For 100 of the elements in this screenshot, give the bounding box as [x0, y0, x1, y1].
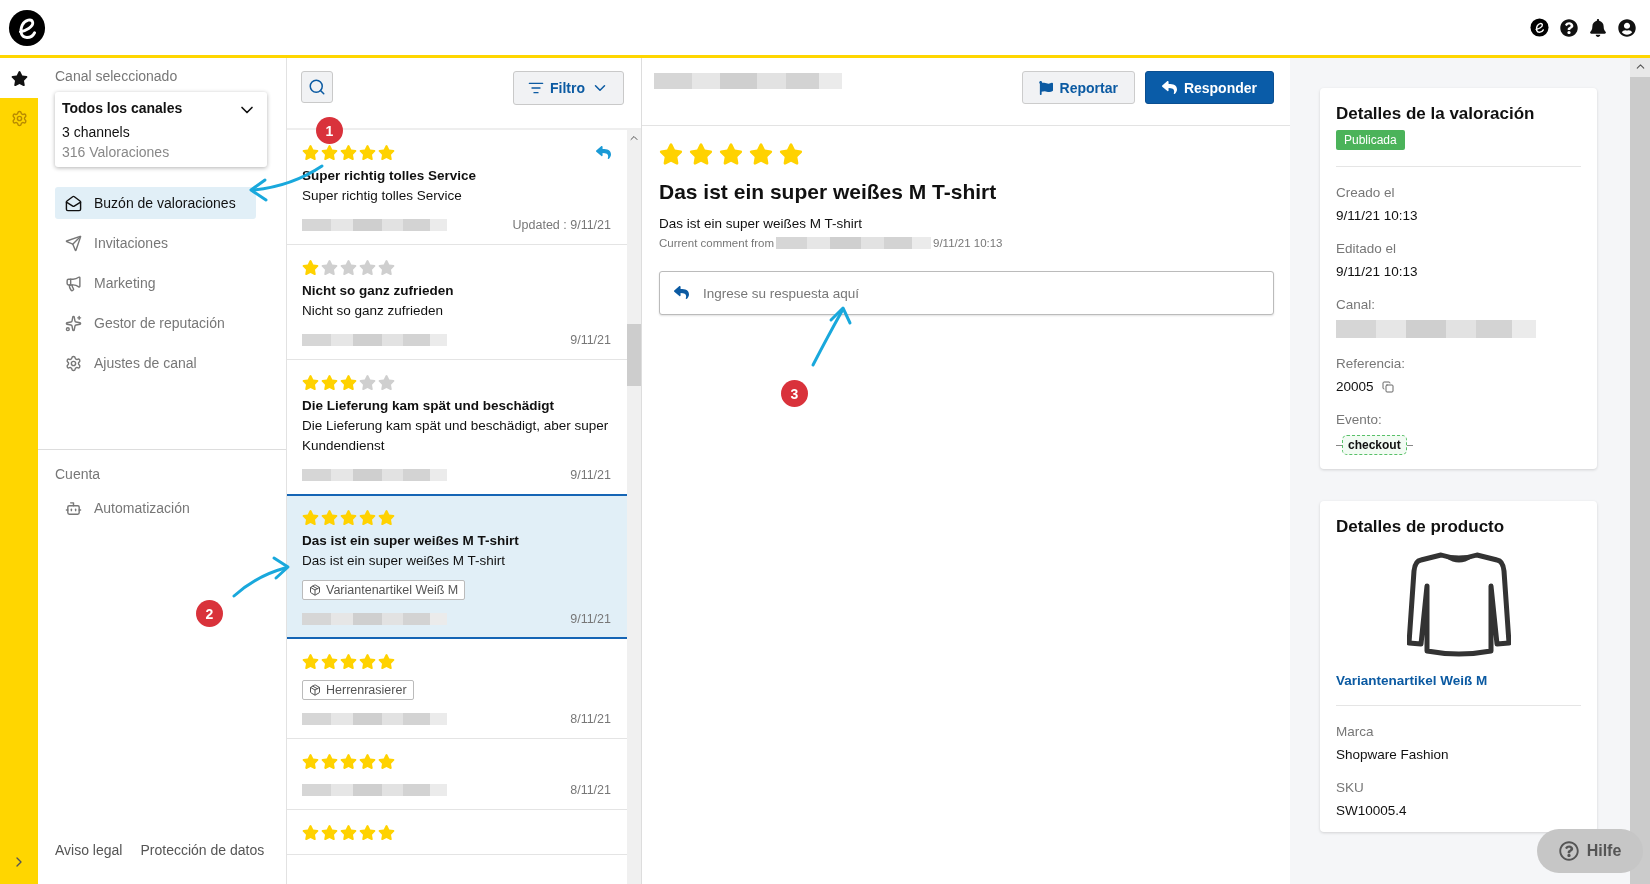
product-tag: Variantenartikel Weiß M: [302, 580, 466, 600]
event-tag: checkout: [1342, 435, 1407, 455]
comment-meta: Current comment from: [659, 237, 775, 249]
star-icon: [378, 652, 395, 670]
star-icon: [378, 752, 395, 770]
star-icon: [10, 69, 28, 87]
star-icon: [321, 143, 338, 161]
settings-icon: [65, 354, 82, 372]
review-title: Das ist ein super weißes M T-shirt: [659, 180, 998, 204]
flag-icon: [1038, 80, 1053, 95]
review-date: 8/11/21: [570, 712, 611, 726]
star-icon: [321, 373, 338, 391]
review-title: Das ist ein super weißes M T-shirt: [302, 533, 520, 548]
help-icon[interactable]: [1560, 18, 1578, 37]
report-button[interactable]: Reportar: [1021, 71, 1135, 104]
star-icon: [302, 652, 319, 670]
filter-icon: [528, 80, 544, 96]
review-date: Updated : 9/11/21: [512, 218, 611, 232]
search-button[interactable]: [301, 71, 333, 103]
annotation-badge: 3: [781, 380, 808, 407]
envelope-icon: [65, 194, 82, 212]
field-label: Creado el: [1336, 185, 1396, 200]
sparkles-icon: [65, 314, 82, 332]
nav-item[interactable]: Gestor de reputación: [55, 307, 256, 339]
robot-icon: [65, 499, 82, 517]
review-date: 9/11/21: [570, 468, 611, 482]
bell-icon[interactable]: [1589, 18, 1607, 37]
annotation-arrow: [811, 306, 852, 367]
star-icon: [321, 652, 338, 670]
product-tag: Herrenrasierer: [302, 680, 414, 700]
star-icon: [321, 258, 338, 276]
field-value: 9/11/21 10:13: [1336, 208, 1419, 223]
review-text: Das ist ein super weißes M T-shirt: [302, 552, 507, 570]
review-title: Nicht so ganz zufrieden: [302, 283, 455, 298]
search-icon: [308, 78, 326, 96]
nav-item[interactable]: Invitaciones: [55, 227, 256, 259]
review-text: Super richtig tolles Service: [302, 187, 463, 205]
nav-item[interactable]: Buzón de valoraciones: [55, 187, 256, 219]
shirt-icon: [1406, 551, 1511, 659]
star-icon: [659, 142, 683, 166]
star-icon: [302, 752, 319, 770]
star-icon: [340, 508, 357, 526]
channel-select[interactable]: Todos los canales 3 channels 316 Valoraciones: [55, 92, 267, 167]
star-icon: [378, 143, 395, 161]
product-link[interactable]: Variantenartikel Weiß M: [1336, 673, 1488, 688]
annotation-arrow: [232, 556, 290, 598]
nav-item[interactable]: Ajustes de canal: [55, 347, 256, 379]
logo-icon[interactable]: [1530, 18, 1549, 37]
reply-field[interactable]: Ingrese su respuesta aquí: [659, 271, 1274, 315]
review-date: 8/11/21: [570, 783, 611, 797]
reply-icon: [1161, 80, 1177, 95]
field-value: SW10005.4: [1336, 803, 1408, 818]
card-title: Detalles de la valoración: [1336, 104, 1536, 124]
star-icon: [340, 143, 357, 161]
star-icon: [378, 258, 395, 276]
field-value: 20005: [1336, 379, 1374, 394]
star-icon: [359, 143, 376, 161]
package-icon: [309, 584, 321, 596]
star-icon: [302, 373, 319, 391]
megaphone-icon: [65, 274, 82, 292]
review-item[interactable]: Das ist ein super weißes M T-shirt Das ist ein super weißes M T-shirt Variantenartikel Weiß M 9/11/21: [287, 494, 627, 639]
field-value: 9/11/21 10:13: [1336, 264, 1419, 279]
star-icon: [302, 258, 319, 276]
star-icon: [340, 652, 357, 670]
star-icon: [321, 508, 338, 526]
scrollbar-thumb[interactable]: [1630, 77, 1650, 884]
package-icon: [309, 684, 321, 696]
star-icon: [359, 823, 376, 841]
logo-icon[interactable]: [8, 8, 46, 47]
star-icon: [359, 258, 376, 276]
field-label: Canal:: [1336, 297, 1377, 312]
footer-link[interactable]: Protección de datos: [140, 842, 265, 858]
field-value: Shopware Fashion: [1336, 747, 1450, 762]
filter-button[interactable]: Filtro: [513, 71, 624, 105]
nav-item[interactable]: Marketing: [55, 267, 256, 299]
settings-icon: [10, 109, 28, 127]
review-date: 9/11/21: [570, 333, 611, 347]
star-icon: [302, 508, 319, 526]
footer-link[interactable]: Aviso legal: [55, 842, 123, 858]
nav-item[interactable]: Automatización: [55, 492, 256, 524]
star-icon: [359, 508, 376, 526]
field-label: SKU: [1336, 780, 1365, 795]
card-title: Detalles de producto: [1336, 517, 1506, 537]
field-label: Editado el: [1336, 241, 1398, 256]
reply-icon: [674, 285, 689, 300]
star-icon: [302, 823, 319, 841]
copy-icon[interactable]: [1381, 380, 1394, 393]
star-icon: [302, 143, 319, 161]
star-icon: [340, 752, 357, 770]
field-label: Referencia:: [1336, 356, 1407, 371]
star-icon: [321, 752, 338, 770]
reply-button[interactable]: Responder: [1144, 71, 1274, 104]
status-badge: Publicada: [1336, 130, 1405, 150]
help-button[interactable]: Hilfe: [1537, 829, 1643, 873]
star-icon: [378, 508, 395, 526]
scrollbar-thumb[interactable]: [627, 324, 641, 386]
star-icon: [340, 258, 357, 276]
field-label: Evento:: [1336, 412, 1383, 427]
star-icon: [359, 373, 376, 391]
user-icon[interactable]: [1618, 18, 1636, 37]
